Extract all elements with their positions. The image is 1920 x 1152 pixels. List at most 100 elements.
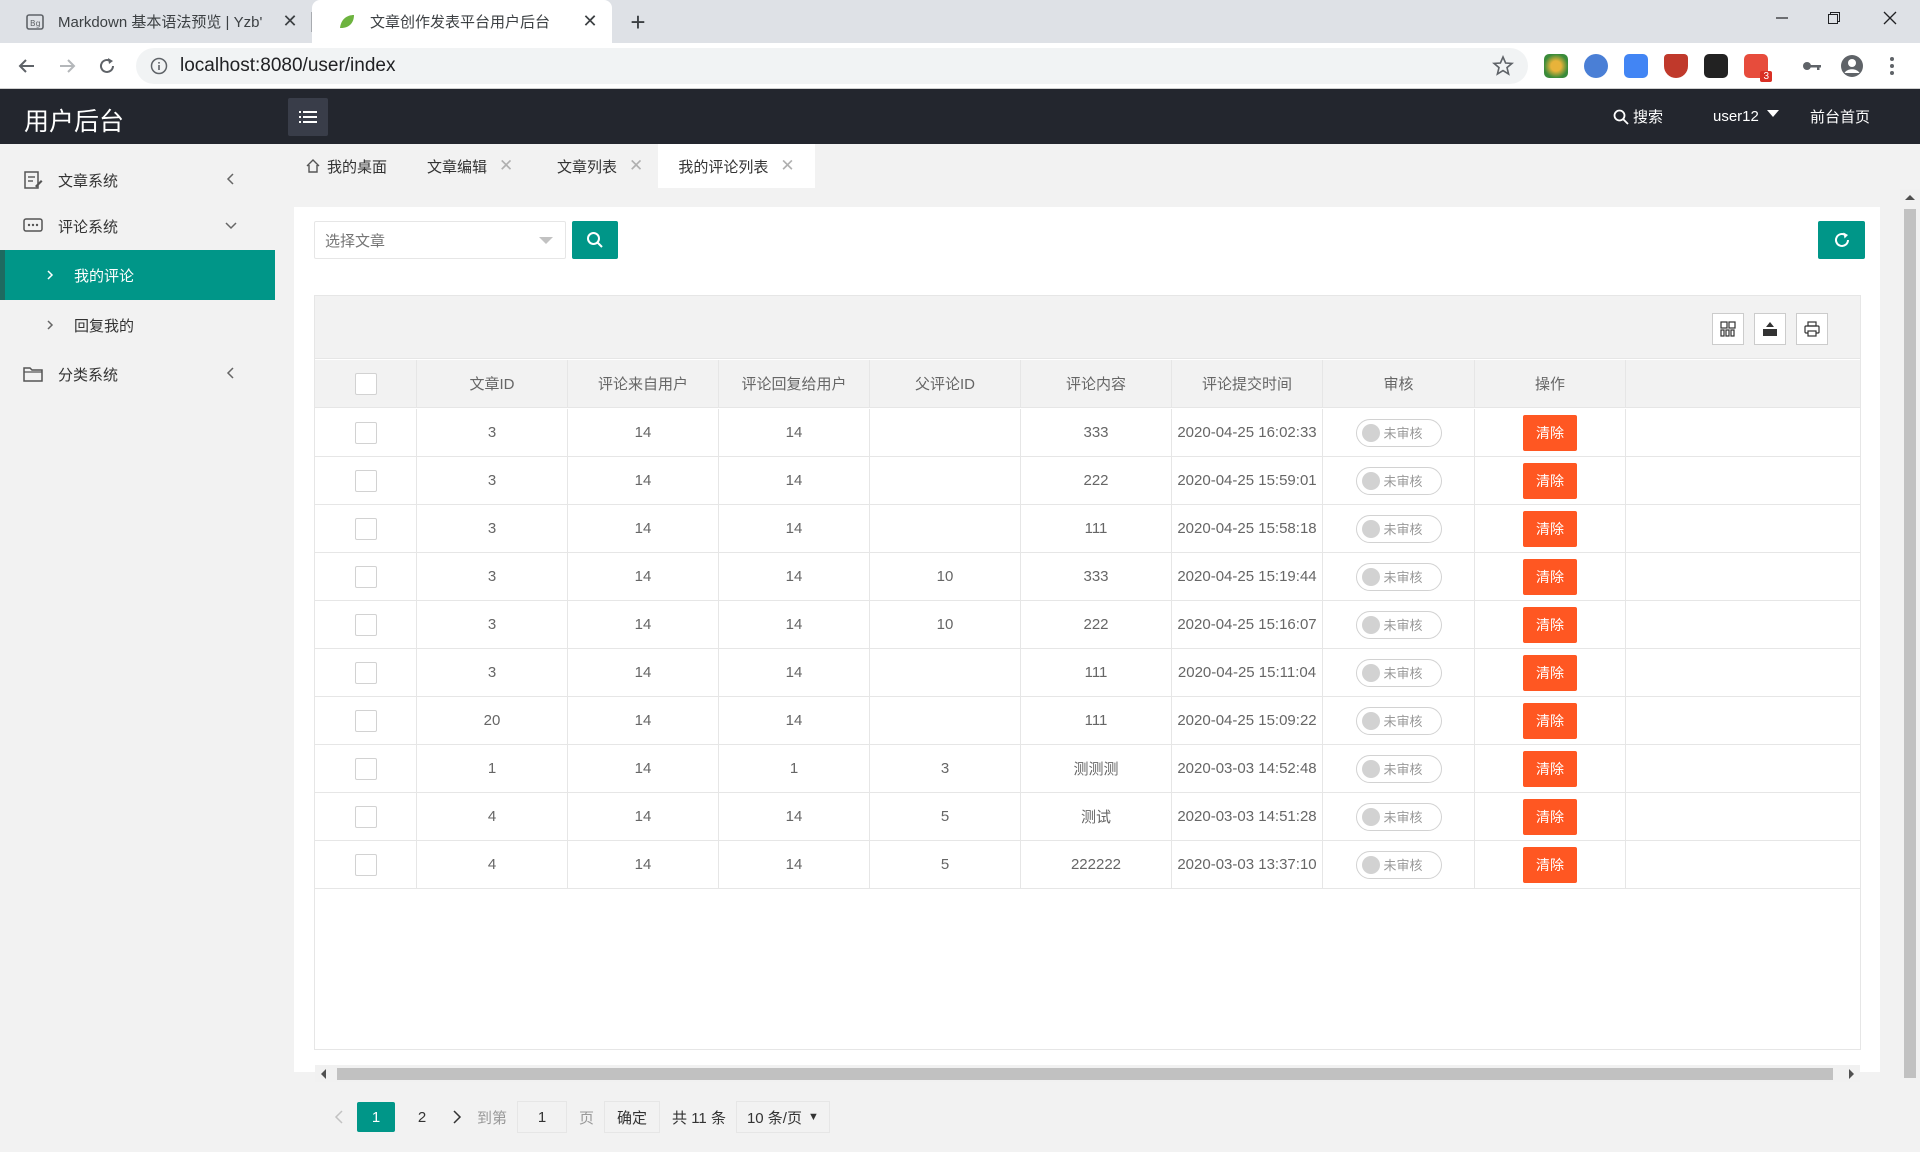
address-bar[interactable]: localhost:8080/user/index [136, 48, 1528, 84]
page-size-select[interactable]: 10 条/页 ▼ [735, 1101, 830, 1133]
column-header[interactable]: 父评论ID [870, 360, 1021, 407]
row-checkbox[interactable] [354, 853, 377, 876]
review-switch[interactable]: 未审核 [1355, 562, 1442, 591]
delete-button[interactable]: 清除 [1523, 606, 1577, 643]
minimize-icon[interactable] [1754, 0, 1810, 36]
extension-chat-icon[interactable] [1584, 54, 1608, 78]
delete-button[interactable]: 清除 [1523, 846, 1577, 883]
tab-label: 文章列表 [557, 158, 618, 176]
close-icon[interactable]: ✕ [629, 156, 643, 176]
review-switch[interactable]: 未审核 [1355, 466, 1442, 495]
column-header[interactable]: 文章ID [417, 360, 568, 407]
back-icon[interactable] [13, 52, 41, 80]
delete-button[interactable]: 清除 [1523, 798, 1577, 835]
horizontal-scrollbar[interactable] [315, 1065, 1860, 1082]
refresh-button[interactable] [1818, 221, 1865, 259]
key-icon[interactable] [1800, 54, 1824, 78]
horizontal-scroll-thumb[interactable] [337, 1068, 1833, 1080]
tab-my-desktop[interactable]: 我的桌面 [293, 144, 399, 188]
close-icon[interactable]: ✕ [499, 156, 513, 176]
row-checkbox[interactable] [354, 805, 377, 828]
review-switch[interactable]: 未审核 [1355, 658, 1442, 687]
column-header[interactable]: 审核 [1323, 360, 1475, 407]
next-page-icon[interactable] [447, 1110, 467, 1124]
header-search-button[interactable]: 搜索 [1613, 89, 1663, 144]
close-tab-icon[interactable]: ✕ [280, 11, 300, 32]
column-header[interactable]: 操作 [1475, 360, 1626, 407]
prev-page-icon[interactable] [329, 1110, 349, 1124]
vertical-scroll-thumb[interactable] [1904, 209, 1916, 1078]
scroll-up-icon[interactable] [1905, 195, 1915, 200]
row-checkbox[interactable] [354, 421, 377, 444]
browser-tab-markdown[interactable]: Bg Markdown 基本语法预览 | Yzb' ✕ [0, 0, 312, 43]
table-row: 4 14 14 5 测试 2020-03-03 14:51:28 未审核 清除 [315, 793, 1860, 841]
delete-button[interactable]: 清除 [1523, 510, 1577, 547]
review-switch[interactable]: 未审核 [1355, 754, 1442, 783]
delete-button[interactable]: 清除 [1523, 462, 1577, 499]
print-icon[interactable] [1796, 313, 1828, 345]
restore-icon[interactable] [1806, 0, 1862, 36]
user-menu[interactable]: user12 [1713, 89, 1779, 144]
sidebar-item-my-comments[interactable]: 我的评论 [0, 250, 275, 300]
sidebar-item-label: 我的评论 [74, 267, 135, 285]
row-checkbox[interactable] [354, 661, 377, 684]
extension-badge-icon[interactable]: 3 [1744, 54, 1772, 82]
row-checkbox[interactable] [354, 757, 377, 780]
front-home-link[interactable]: 前台首页 [1810, 89, 1870, 144]
tab-article-list[interactable]: 文章列表 ✕ [545, 144, 655, 188]
column-header[interactable]: 评论提交时间 [1172, 360, 1323, 407]
search-button[interactable] [572, 221, 618, 259]
extension-globe-icon[interactable] [1544, 54, 1568, 78]
tab-my-comment-list[interactable]: 我的评论列表 ✕ [658, 144, 815, 188]
reload-icon[interactable] [93, 52, 121, 80]
column-header[interactable]: 评论内容 [1021, 360, 1172, 407]
menu-toggle-button[interactable] [288, 98, 328, 136]
column-header[interactable]: 评论回复给用户 [719, 360, 870, 407]
review-switch[interactable]: 未审核 [1355, 514, 1442, 543]
close-icon[interactable]: ✕ [780, 156, 794, 176]
new-tab-icon[interactable]: + [624, 7, 652, 37]
close-window-icon[interactable] [1862, 0, 1918, 36]
row-checkbox[interactable] [354, 469, 377, 492]
delete-button[interactable]: 清除 [1523, 750, 1577, 787]
delete-button[interactable]: 清除 [1523, 654, 1577, 691]
extension-translate-icon[interactable] [1624, 54, 1648, 78]
browser-tab-active[interactable]: 文章创作发表平台用户后台 ✕ [312, 0, 612, 43]
review-switch[interactable]: 未审核 [1355, 418, 1442, 447]
extension-tampermonkey-icon[interactable] [1704, 54, 1728, 78]
page-2-button[interactable]: 2 [407, 1102, 437, 1132]
delete-button[interactable]: 清除 [1523, 558, 1577, 595]
page-number-input[interactable]: 1 [517, 1101, 568, 1133]
columns-filter-icon[interactable] [1712, 313, 1744, 345]
browser-menu-icon[interactable] [1880, 54, 1904, 78]
column-header[interactable]: 评论来自用户 [568, 360, 719, 407]
review-switch[interactable]: 未审核 [1355, 850, 1442, 879]
sidebar-item-category-system[interactable]: 分类系统 [0, 350, 275, 398]
row-checkbox[interactable] [354, 565, 377, 588]
review-switch[interactable]: 未审核 [1355, 610, 1442, 639]
row-checkbox[interactable] [354, 613, 377, 636]
info-icon[interactable] [150, 57, 168, 75]
forward-icon[interactable] [53, 52, 81, 80]
article-select[interactable]: 选择文章 [314, 221, 566, 259]
row-checkbox[interactable] [354, 709, 377, 732]
sidebar-item-replies-to-me[interactable]: 回复我的 [0, 300, 275, 350]
review-switch[interactable]: 未审核 [1355, 706, 1442, 735]
delete-button[interactable]: 清除 [1523, 702, 1577, 739]
select-all-checkbox[interactable] [354, 372, 377, 395]
review-switch[interactable]: 未审核 [1355, 802, 1442, 831]
delete-button[interactable]: 清除 [1523, 414, 1577, 451]
tab-article-edit[interactable]: 文章编辑 ✕ [415, 144, 525, 188]
confirm-page-button[interactable]: 确定 [604, 1101, 661, 1133]
row-checkbox[interactable] [354, 517, 377, 540]
extension-ublock-icon[interactable] [1664, 54, 1688, 78]
sidebar-item-comment-system[interactable]: 评论系统 [0, 202, 275, 250]
bookmark-star-icon[interactable] [1492, 55, 1514, 77]
sidebar-item-article-system[interactable]: 文章系统 [0, 156, 275, 204]
vertical-scrollbar[interactable] [1900, 189, 1920, 1078]
profile-avatar-icon[interactable] [1840, 54, 1864, 78]
export-icon[interactable] [1754, 313, 1786, 345]
close-tab-icon[interactable]: ✕ [580, 11, 600, 32]
page-1-button[interactable]: 1 [357, 1102, 395, 1132]
action-cell: 清除 [1475, 697, 1626, 744]
